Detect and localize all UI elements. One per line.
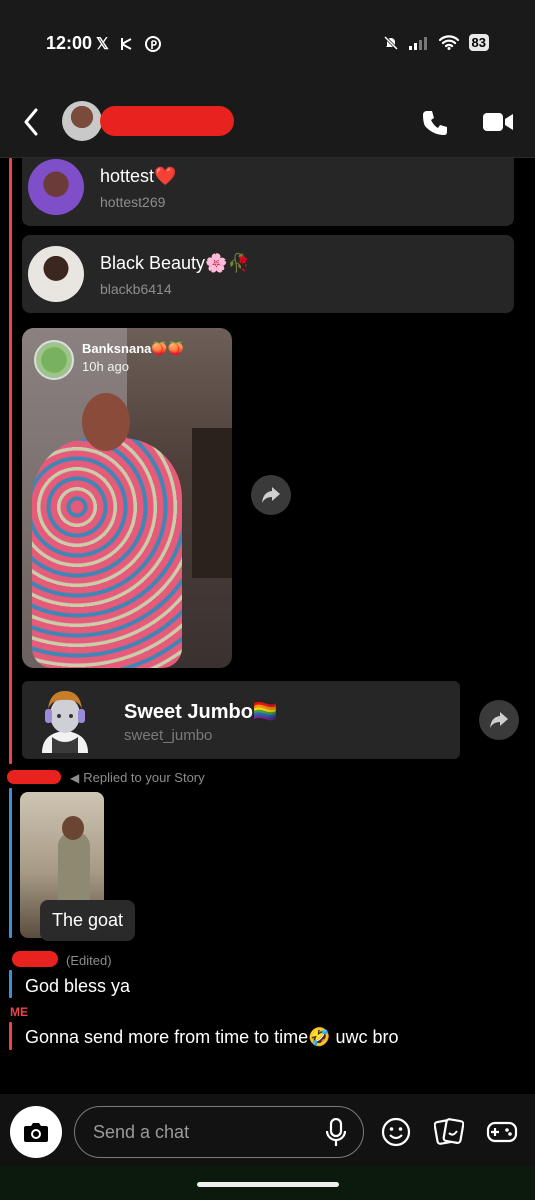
status-time: 12:00	[46, 33, 93, 53]
story-image	[32, 438, 182, 668]
contact-username: sweet_jumbo	[124, 727, 213, 744]
chat-header	[0, 86, 535, 158]
microphone-icon[interactable]	[324, 1118, 348, 1148]
chevron-left-icon[interactable]	[20, 106, 44, 138]
chat-thread[interactable]: hottest❤️ hottest269 Black Beauty🌸🥀 blac…	[0, 158, 535, 1094]
reply-note-text: Replied to your Story	[83, 770, 205, 785]
shared-story[interactable]: Banksnana🍑🍑 10h ago	[22, 328, 232, 668]
status-notification-icons: 𝕏	[96, 34, 161, 54]
share-button[interactable]	[251, 475, 291, 515]
reply-note: ◀ Replied to your Story	[70, 770, 205, 785]
pinterest-icon	[144, 36, 161, 52]
redacted-contact-name	[100, 106, 234, 136]
redacted-sender-name	[7, 770, 61, 784]
contact-username: hottest269	[100, 194, 166, 210]
status-system-icons: 83	[383, 34, 489, 51]
battery-indicator: 83	[468, 34, 489, 51]
contact-username: blackb6414	[100, 281, 172, 297]
sender-label-me: ME	[10, 1005, 28, 1019]
contact-card[interactable]: Sweet Jumbo🏳️‍🌈 sweet_jumbo	[22, 681, 460, 759]
story-image-head	[82, 393, 130, 451]
avatar[interactable]	[62, 101, 102, 141]
share-arrow-icon	[262, 487, 280, 503]
sender-bar-red	[9, 158, 12, 764]
video-camera-icon[interactable]	[482, 110, 514, 134]
chat-input[interactable]	[74, 1106, 364, 1158]
avatar	[28, 246, 84, 302]
contact-name: Sweet Jumbo🏳️‍🌈	[124, 701, 278, 723]
phone-icon[interactable]	[420, 108, 450, 138]
reply-arrow-icon: ◀	[70, 771, 80, 785]
home-indicator[interactable]	[197, 1182, 339, 1187]
bluesky-icon	[120, 38, 132, 50]
reply-caption: The goat	[40, 900, 136, 941]
message-text: Gonna send more from time to time🤣 uwc b…	[25, 1027, 399, 1047]
mute-bell-icon	[383, 35, 398, 50]
camera-button[interactable]	[10, 1106, 62, 1158]
sender-bar-blue	[9, 788, 12, 938]
sticker-gallery-icon[interactable]	[434, 1117, 464, 1147]
wifi-icon	[438, 35, 459, 50]
game-controller-icon[interactable]	[486, 1119, 518, 1145]
emoji-icon[interactable]	[381, 1117, 411, 1147]
redacted-sender-name	[12, 951, 58, 967]
contact-name: Black Beauty🌸🥀	[100, 253, 250, 273]
sender-bar-red	[9, 1022, 12, 1050]
story-background-shelf	[192, 428, 232, 578]
camera-icon	[24, 1123, 48, 1142]
story-timestamp: 10h ago	[82, 359, 129, 374]
share-button[interactable]	[479, 700, 519, 740]
status-bar: 12:00 𝕏 83	[0, 0, 535, 86]
share-arrow-icon	[490, 712, 508, 728]
cellular-signal-icon	[408, 36, 427, 50]
contact-name: hottest❤️	[100, 166, 177, 186]
story-author: Banksnana🍑🍑	[82, 341, 184, 356]
contact-card[interactable]: Black Beauty🌸🥀 blackb6414	[22, 235, 514, 313]
edited-label: (Edited)	[66, 953, 112, 968]
avatar	[28, 159, 84, 215]
chat-input-bar	[0, 1094, 535, 1200]
message-text: God bless ya	[25, 976, 131, 996]
bitmoji-avatar	[42, 691, 88, 753]
contact-card[interactable]: hottest❤️ hottest269	[22, 158, 514, 226]
x-logo-icon: 𝕏	[96, 36, 109, 53]
sender-bar-blue	[9, 970, 12, 998]
avatar	[34, 340, 74, 380]
thumbnail-head	[62, 816, 84, 840]
